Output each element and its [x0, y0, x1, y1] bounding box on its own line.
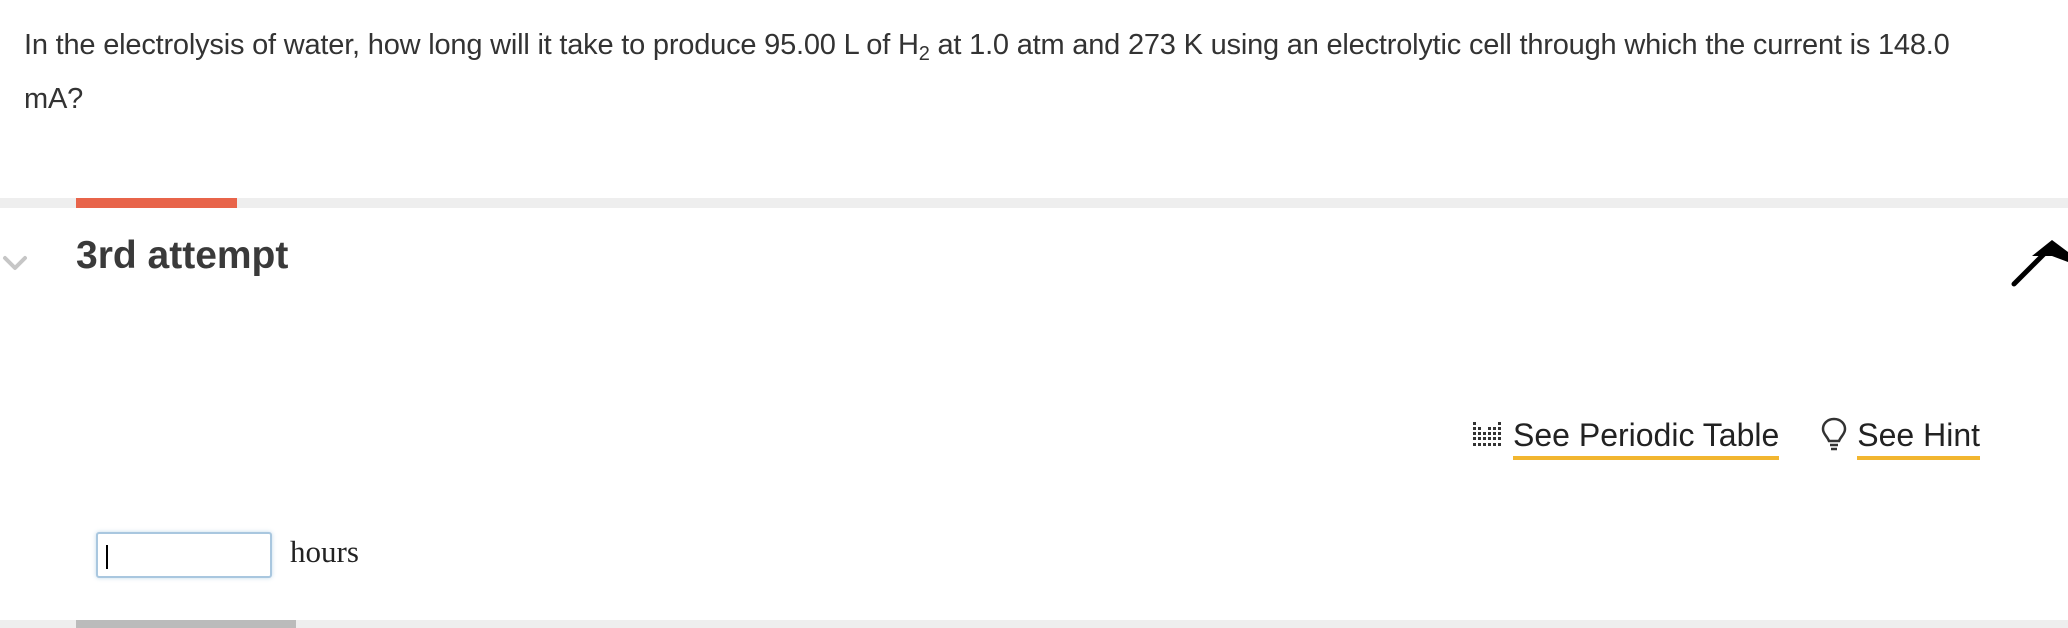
text-caret — [106, 545, 108, 569]
pointer-cursor-icon — [2008, 234, 2068, 290]
see-hint-label: See Hint — [1857, 417, 1980, 460]
next-attempt-fill — [76, 620, 296, 628]
attempt-title: 3rd attempt — [76, 234, 289, 277]
collapse-chevron-icon[interactable] — [2, 250, 28, 276]
periodic-table-icon — [1471, 418, 1505, 458]
lightbulb-icon — [1819, 416, 1849, 460]
question-subscript: 2 — [918, 43, 930, 65]
see-periodic-table-label: See Periodic Table — [1513, 417, 1780, 460]
attempt-progress-track — [0, 198, 2068, 208]
see-hint-link[interactable]: See Hint — [1819, 416, 1980, 460]
question-text-part1: In the electrolysis of water, how long w… — [24, 29, 919, 61]
tool-links: See Periodic Table See Hint — [1471, 416, 1980, 460]
answer-unit-label: hours — [290, 534, 359, 569]
see-periodic-table-link[interactable]: See Periodic Table — [1471, 417, 1780, 460]
attempt-progress-fill — [76, 198, 237, 208]
next-attempt-track — [0, 620, 2068, 628]
answer-input[interactable] — [96, 532, 272, 578]
question-text: In the electrolysis of water, how long w… — [24, 18, 2014, 126]
